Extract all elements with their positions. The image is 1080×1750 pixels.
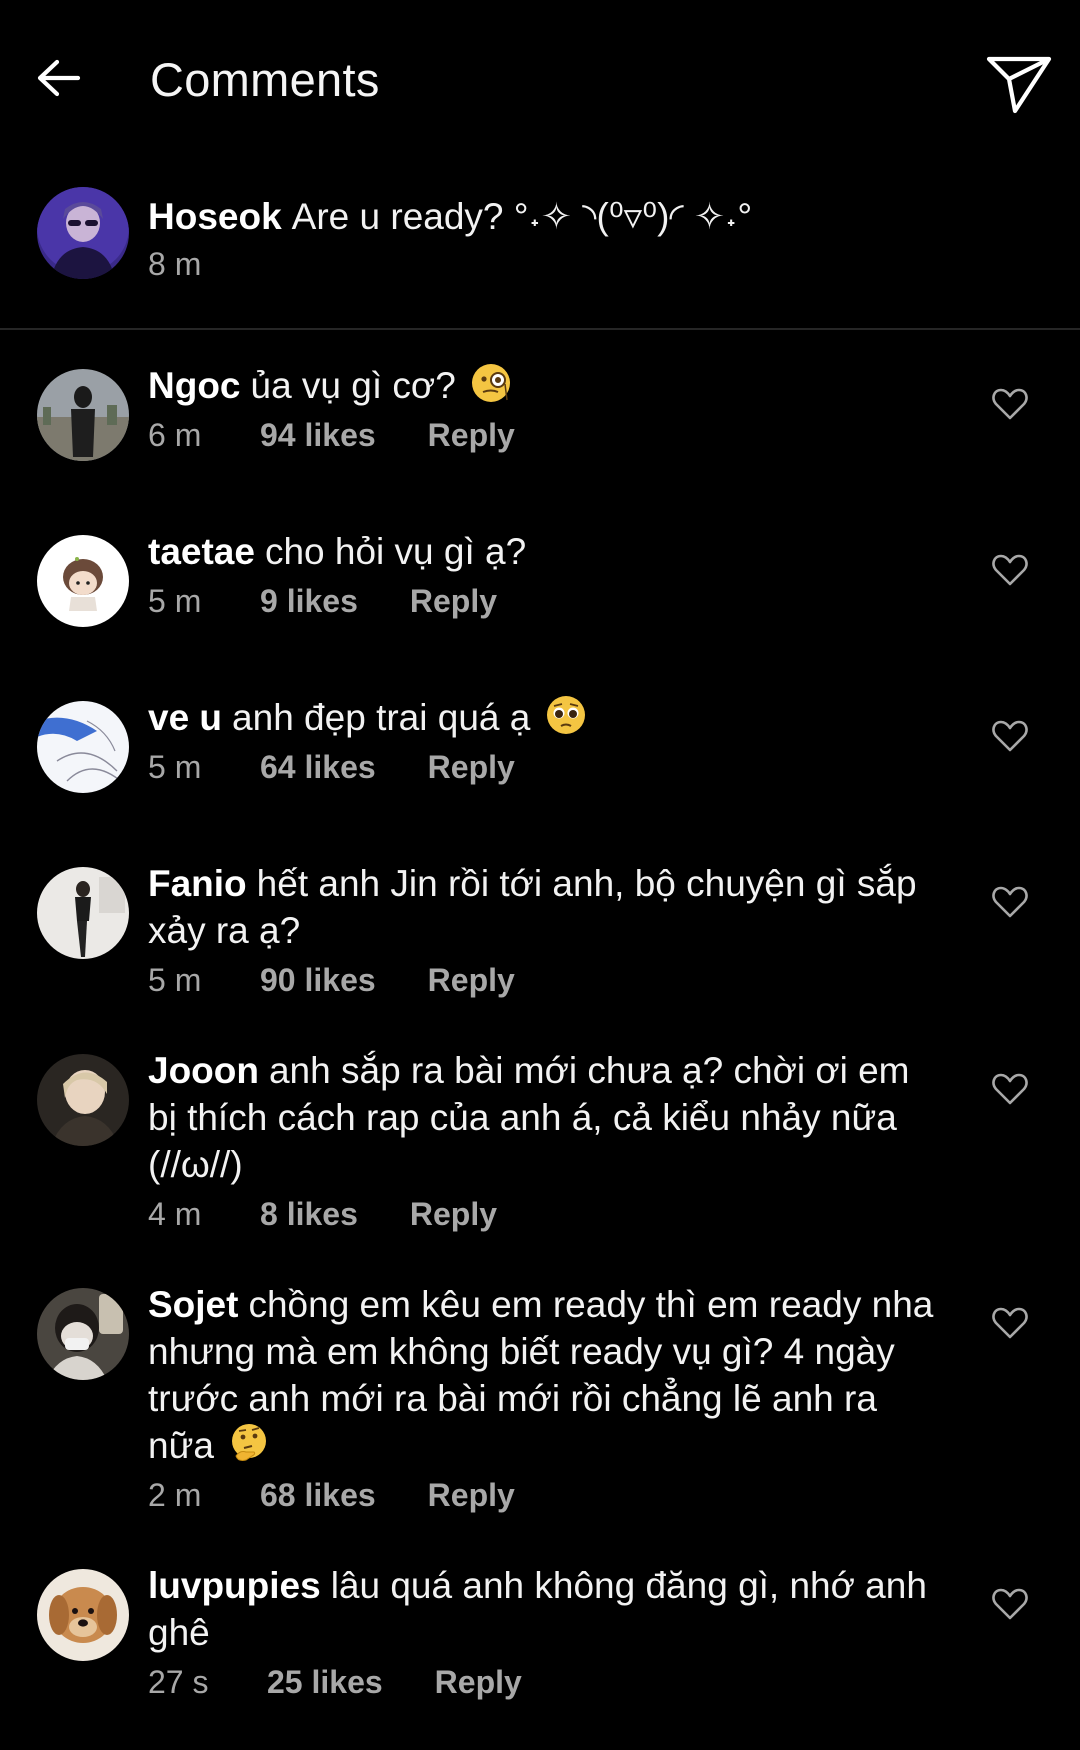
comment-text: ủa vụ gì cơ?	[250, 365, 456, 406]
heart-icon[interactable]	[990, 550, 1030, 590]
comment-time: 5 m	[148, 962, 202, 998]
comment-text: hết anh Jin rồi tới anh, bộ chuyện gì sắ…	[148, 863, 917, 951]
caption-text: Are u ready? °˖✧ ◝(⁰▿⁰)◜ ✧˖°	[291, 196, 753, 237]
avatar[interactable]	[37, 867, 129, 959]
reply-button[interactable]: Reply	[410, 1194, 497, 1234]
arrow-left-icon	[37, 59, 81, 97]
avatar[interactable]	[37, 1054, 129, 1146]
comment-time: 27 s	[148, 1664, 209, 1700]
comment-username[interactable]: luvpupies	[148, 1565, 321, 1606]
avatar[interactable]	[37, 369, 129, 461]
comment-username[interactable]: Sojet	[148, 1284, 238, 1325]
caption-body: Hoseok Are u ready? °˖✧ ◝(⁰▿⁰)◜ ✧˖° 8 m	[148, 193, 938, 284]
face-with-monocle-icon	[472, 364, 511, 402]
comment-likes[interactable]: 68 likes	[260, 1475, 376, 1515]
comment-likes[interactable]: 8 likes	[260, 1194, 358, 1234]
comment-username[interactable]: Ngoc	[148, 365, 241, 406]
reply-button[interactable]: Reply	[435, 1662, 522, 1702]
divider	[0, 328, 1080, 330]
comment-time: 5 m	[148, 583, 202, 619]
post-caption: Hoseok Are u ready? °˖✧ ◝(⁰▿⁰)◜ ✧˖° 8 m	[0, 180, 1080, 330]
comment-username[interactable]: Fanio	[148, 863, 247, 904]
heart-icon[interactable]	[990, 384, 1030, 424]
comment-likes[interactable]: 64 likes	[260, 747, 376, 787]
caption-time: 8 m	[148, 246, 202, 282]
comment-body: Sojet chồng em kêu em ready thì em ready …	[148, 1281, 938, 1515]
comment-text: anh sắp ra bài mới chưa ạ? chời ơi em bị…	[148, 1050, 910, 1185]
comment-body: Fanio hết anh Jin rồi tới anh, bộ chuyện …	[148, 860, 938, 1000]
comment-time: 2 m	[148, 1477, 202, 1513]
comment-body: taetae cho hỏi vụ gì ạ? 5 m 9 likes Reply	[148, 528, 938, 621]
comment-body: Ngoc ủa vụ gì cơ? 6 m 94 likes Reply	[148, 362, 938, 455]
header-bar: Comments	[0, 0, 1080, 165]
comment-text: cho hỏi vụ gì ạ?	[264, 531, 527, 572]
heart-icon[interactable]	[990, 1303, 1030, 1343]
reply-button[interactable]: Reply	[410, 581, 497, 621]
comment-username[interactable]: Jooon	[148, 1050, 259, 1091]
caption-username[interactable]: Hoseok	[148, 196, 282, 237]
heart-icon[interactable]	[990, 1069, 1030, 1109]
avatar[interactable]	[37, 701, 129, 793]
comment-body: luvpupies lâu quá anh không đăng gì, nhớ …	[148, 1562, 938, 1702]
reply-button[interactable]: Reply	[428, 747, 515, 787]
back-button[interactable]	[30, 50, 86, 106]
reply-button[interactable]: Reply	[428, 415, 515, 455]
comment-time: 6 m	[148, 417, 202, 453]
paper-plane-icon	[986, 56, 1052, 114]
comment-body: Jooon anh sắp ra bài mới chưa ạ? chời ơi …	[148, 1047, 938, 1234]
avatar[interactable]	[37, 535, 129, 627]
comment-likes[interactable]: 9 likes	[260, 581, 358, 621]
comment-likes[interactable]: 94 likes	[260, 415, 376, 455]
comment-time: 5 m	[148, 749, 202, 785]
comment-username[interactable]: taetae	[148, 531, 255, 572]
comment-likes[interactable]: 90 likes	[260, 960, 376, 1000]
avatar[interactable]	[37, 1569, 129, 1661]
avatar[interactable]	[37, 1288, 129, 1380]
heart-icon[interactable]	[990, 1584, 1030, 1624]
reply-button[interactable]: Reply	[428, 960, 515, 1000]
comment-body: ve u anh đẹp trai quá ạ 5 m 64 likes Reply	[148, 694, 938, 787]
page-title: Comments	[150, 53, 380, 106]
comment-likes[interactable]: 25 likes	[267, 1662, 383, 1702]
pleading-face-icon	[546, 696, 585, 734]
comment-username[interactable]: ve u	[148, 697, 222, 738]
comment-time: 4 m	[148, 1196, 202, 1232]
thinking-face-icon	[232, 1424, 267, 1461]
reply-button[interactable]: Reply	[428, 1475, 515, 1515]
heart-icon[interactable]	[990, 882, 1030, 922]
share-button[interactable]	[983, 48, 1055, 120]
comment-text: anh đẹp trai quá ạ	[232, 697, 531, 738]
avatar[interactable]	[37, 187, 129, 279]
heart-icon[interactable]	[990, 716, 1030, 756]
